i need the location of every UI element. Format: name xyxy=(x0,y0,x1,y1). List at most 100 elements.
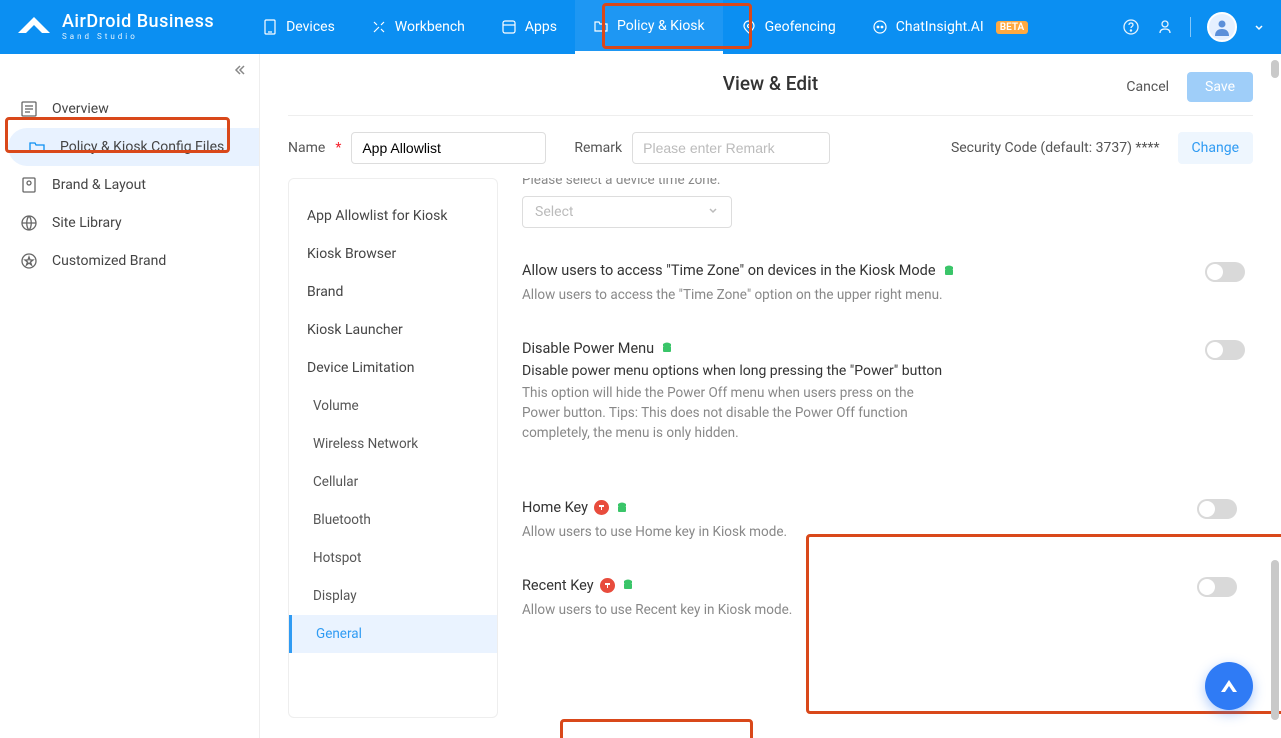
sidebar-item-site-library[interactable]: Site Library xyxy=(0,204,259,242)
name-input[interactable] xyxy=(351,132,546,164)
nav-label: Geofencing xyxy=(765,19,836,35)
subnav-display[interactable]: Display xyxy=(289,577,497,615)
star-circle-icon xyxy=(20,252,38,270)
power-desc: This option will hide the Power Off menu… xyxy=(522,383,952,444)
restricted-icon xyxy=(600,578,615,593)
nav-label: Devices xyxy=(286,19,335,35)
main-header: View & Edit Cancel Save Name* Remark Sec… xyxy=(260,54,1281,178)
divider xyxy=(1190,17,1191,37)
security-code-label: Security Code (default: 3737) **** xyxy=(951,140,1160,156)
geofence-icon xyxy=(741,19,757,35)
sidebar-item-label: Policy & Kiosk Config Files xyxy=(60,139,224,155)
nav-right xyxy=(1122,12,1265,42)
power-title: Disable Power Menu xyxy=(522,340,654,357)
nav-chatinsight[interactable]: ChatInsight.AI BETA xyxy=(854,0,1046,54)
beta-badge: BETA xyxy=(996,21,1028,34)
logo-text: AirDroid Business xyxy=(62,13,214,31)
sidebar-item-customized-brand[interactable]: Customized Brand xyxy=(0,242,259,280)
android-icon xyxy=(660,341,674,355)
chevron-down-icon xyxy=(707,204,719,220)
subnav-bluetooth[interactable]: Bluetooth xyxy=(289,501,497,539)
subnav-device-limitation[interactable]: Device Limitation xyxy=(289,349,497,387)
recent-key-title: Recent Key xyxy=(522,577,594,594)
nav-geofencing[interactable]: Geofencing xyxy=(723,0,854,54)
settings-panel: Please select a device time zone. Select… xyxy=(522,178,1253,718)
nav-workbench[interactable]: Workbench xyxy=(353,0,483,54)
subnav-volume[interactable]: Volume xyxy=(289,387,497,425)
home-key-desc: Allow users to use Home key in Kiosk mod… xyxy=(522,522,952,542)
tools-icon xyxy=(371,19,387,35)
logo-subtext: Sand Studio xyxy=(62,33,214,41)
restricted-icon xyxy=(594,500,609,515)
sidebar-item-brand-layout[interactable]: Brand & Layout xyxy=(0,166,259,204)
sidebar-item-label: Brand & Layout xyxy=(52,177,146,193)
globe-icon xyxy=(20,214,38,232)
nav-label: Apps xyxy=(525,19,557,35)
subnav-app-allowlist[interactable]: App Allowlist for Kiosk xyxy=(289,197,497,235)
logo[interactable]: AirDroid Business Sand Studio xyxy=(16,13,214,41)
nav-devices[interactable]: Devices xyxy=(244,0,353,54)
config-folder-icon xyxy=(28,138,46,156)
tablet-icon xyxy=(262,19,278,35)
sidebar-item-label: Site Library xyxy=(52,215,122,231)
home-key-title: Home Key xyxy=(522,499,588,516)
subnav-kiosk-launcher[interactable]: Kiosk Launcher xyxy=(289,311,497,349)
save-button[interactable]: Save xyxy=(1187,72,1253,102)
android-icon xyxy=(942,264,956,278)
top-nav: AirDroid Business Sand Studio Devices Wo… xyxy=(0,0,1281,54)
help-icon[interactable] xyxy=(1122,18,1140,36)
subnav-brand[interactable]: Brand xyxy=(289,273,497,311)
sidebar-item-label: Customized Brand xyxy=(52,253,166,269)
sidebar-item-overview[interactable]: Overview xyxy=(0,90,259,128)
timezone-select[interactable]: Select xyxy=(522,196,732,228)
divider xyxy=(288,115,1253,116)
subnav-cellular[interactable]: Cellular xyxy=(289,463,497,501)
power-sub: Disable power menu options when long pre… xyxy=(522,363,1181,379)
airdroid-logo-icon xyxy=(16,13,52,41)
scrollbar-top[interactable] xyxy=(1271,60,1279,78)
remark-input[interactable] xyxy=(632,132,830,164)
tz-prompt: Please select a device time zone. xyxy=(522,178,952,190)
chevron-down-icon[interactable] xyxy=(1253,21,1265,33)
nav-policy-kiosk[interactable]: Policy & Kiosk xyxy=(575,0,723,54)
toggle-home-key[interactable] xyxy=(1197,499,1237,519)
android-icon xyxy=(621,578,635,592)
collapse-icon[interactable] xyxy=(231,62,247,82)
recent-key-desc: Allow users to use Recent key in Kiosk m… xyxy=(522,600,952,620)
apps-icon xyxy=(501,19,517,35)
tz-access-title: Allow users to access "Time Zone" on dev… xyxy=(522,262,936,279)
settings-subnav: App Allowlist for Kiosk Kiosk Browser Br… xyxy=(288,178,498,718)
nav-apps[interactable]: Apps xyxy=(483,0,575,54)
toggle-recent-key[interactable] xyxy=(1197,577,1237,597)
change-button[interactable]: Change xyxy=(1178,132,1253,164)
fab-button[interactable] xyxy=(1205,662,1253,710)
subnav-hotspot[interactable]: Hotspot xyxy=(289,539,497,577)
chat-ai-icon xyxy=(872,19,888,35)
select-placeholder: Select xyxy=(535,204,573,220)
scrollbar-main[interactable] xyxy=(1271,560,1279,720)
nav-label: Policy & Kiosk xyxy=(617,18,705,34)
highlight-general xyxy=(560,719,753,738)
nav-label: ChatInsight.AI xyxy=(896,19,984,35)
tz-access-desc: Allow users to access the "Time Zone" op… xyxy=(522,285,952,305)
android-icon xyxy=(615,501,629,515)
toggle-power-menu[interactable] xyxy=(1205,340,1245,360)
toggle-tz-access[interactable] xyxy=(1205,262,1245,282)
avatar[interactable] xyxy=(1207,12,1237,42)
cancel-button[interactable]: Cancel xyxy=(1126,79,1169,95)
page-title: View & Edit xyxy=(723,72,818,95)
subnav-wireless[interactable]: Wireless Network xyxy=(289,425,497,463)
main: View & Edit Cancel Save Name* Remark Sec… xyxy=(260,54,1281,738)
overview-icon xyxy=(20,100,38,118)
nav-label: Workbench xyxy=(395,19,465,35)
subnav-kiosk-browser[interactable]: Kiosk Browser xyxy=(289,235,497,273)
nav-items: Devices Workbench Apps Policy & Kiosk Ge… xyxy=(244,0,1046,54)
sidebar-item-config-files[interactable]: Policy & Kiosk Config Files xyxy=(8,128,259,166)
support-icon[interactable] xyxy=(1156,18,1174,36)
sidebar: Overview Policy & Kiosk Config Files Bra… xyxy=(0,54,260,738)
remark-label: Remark xyxy=(574,140,622,156)
sidebar-item-label: Overview xyxy=(52,101,109,117)
brand-icon xyxy=(20,176,38,194)
subnav-general[interactable]: General xyxy=(289,615,497,653)
name-label: Name xyxy=(288,140,325,156)
